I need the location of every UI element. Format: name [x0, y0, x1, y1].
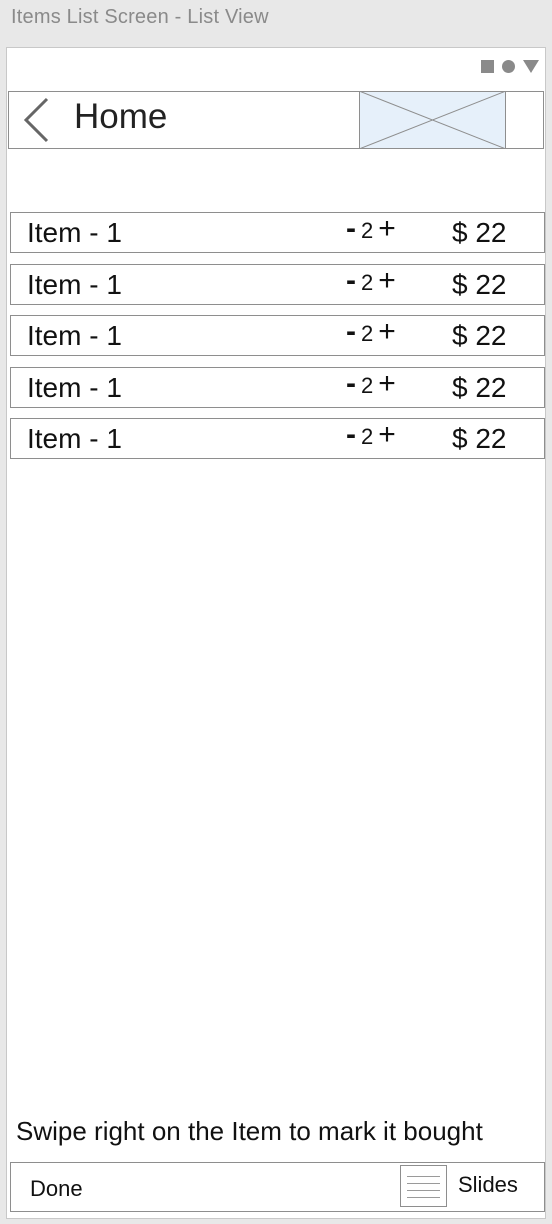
- decrement-button[interactable]: -: [346, 317, 356, 347]
- triangle-down-icon: [523, 60, 539, 73]
- item-price: $ 22: [452, 320, 507, 351]
- quantity-value: 2: [361, 321, 374, 346]
- item-price: $ 22: [452, 217, 507, 248]
- list-item[interactable]: Item - 1 - 2 + $ 22: [10, 366, 545, 408]
- window-title: Items List Screen - List View: [11, 6, 269, 28]
- item-price: $ 22: [452, 268, 507, 300]
- quantity-stepper: - 2 +: [346, 317, 396, 349]
- item-name: Item - 1: [27, 268, 122, 300]
- list-item[interactable]: Item - 1 - 2 + $ 22: [10, 418, 545, 459]
- item-price: $ 22: [452, 371, 507, 403]
- item-name: Item - 1: [27, 320, 122, 351]
- quantity-stepper: - 2 +: [346, 420, 396, 452]
- increment-button[interactable]: +: [378, 317, 396, 347]
- item-price: $ 22: [452, 423, 507, 454]
- navigation-bar: Home: [8, 91, 544, 149]
- item-name: Item - 1: [27, 423, 122, 454]
- quantity-stepper: - 2 +: [346, 265, 396, 298]
- decrement-button[interactable]: -: [346, 214, 356, 244]
- slides-button[interactable]: Slides: [458, 1172, 518, 1198]
- chevron-left-icon[interactable]: [21, 95, 55, 145]
- decrement-button[interactable]: -: [346, 265, 356, 296]
- page-title: Home: [74, 97, 168, 136]
- square-icon: [481, 60, 494, 73]
- status-bar: [481, 60, 539, 73]
- swipe-hint: Swipe right on the Item to mark it bough…: [16, 1116, 483, 1146]
- increment-button[interactable]: +: [378, 214, 396, 244]
- done-button[interactable]: Done: [30, 1176, 83, 1202]
- decrement-button[interactable]: -: [346, 368, 356, 399]
- device-frame: Home Item - 1 - 2 + $ 22 Item - 1 - 2 +: [6, 47, 546, 1219]
- circle-icon: [502, 60, 515, 73]
- quantity-value: 2: [361, 424, 374, 449]
- list-item[interactable]: Item - 1 - 2 + $ 22: [10, 315, 545, 356]
- quantity-value: 2: [361, 218, 374, 243]
- item-name: Item - 1: [27, 371, 122, 403]
- quantity-value: 2: [361, 269, 374, 295]
- list-item[interactable]: Item - 1 - 2 + $ 22: [10, 212, 545, 253]
- item-list: Item - 1 - 2 + $ 22 Item - 1 - 2 + $ 22 …: [10, 212, 545, 470]
- item-name: Item - 1: [27, 217, 122, 248]
- quantity-stepper: - 2 +: [346, 368, 396, 401]
- increment-button[interactable]: +: [378, 420, 396, 450]
- decrement-button[interactable]: -: [346, 420, 356, 450]
- increment-button[interactable]: +: [378, 368, 396, 399]
- list-item[interactable]: Item - 1 - 2 + $ 22: [10, 263, 545, 305]
- quantity-stepper: - 2 +: [346, 214, 396, 246]
- bottom-toolbar: Done Slides: [10, 1162, 545, 1212]
- quantity-value: 2: [361, 372, 374, 398]
- image-placeholder: [359, 91, 506, 149]
- increment-button[interactable]: +: [378, 265, 396, 296]
- slides-icon[interactable]: [400, 1165, 447, 1207]
